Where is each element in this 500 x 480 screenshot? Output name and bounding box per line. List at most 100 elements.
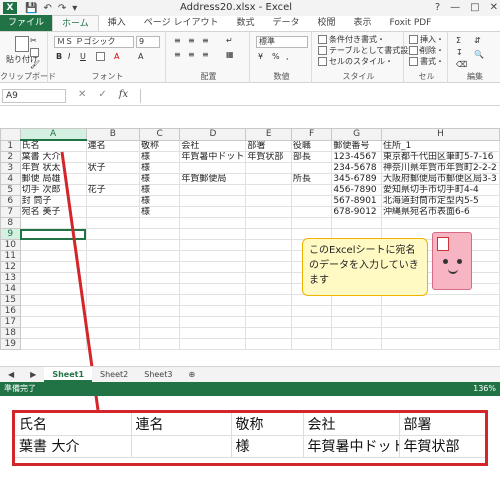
row-header[interactable]: 6 — [0, 195, 21, 207]
cell-styles-button[interactable]: セルのスタイル・ — [318, 56, 393, 67]
column-header-h[interactable]: H — [381, 128, 500, 141]
bold-button[interactable]: B — [56, 52, 62, 61]
cell-b5[interactable]: 花子 — [85, 184, 140, 196]
cell-a19[interactable] — [19, 338, 87, 350]
grow-font-button[interactable]: A — [138, 52, 143, 61]
scroll-left-icon[interactable]: ◀ — [0, 367, 22, 382]
save-icon[interactable]: 💾 — [25, 3, 37, 14]
cell-d1[interactable]: 会社 — [179, 139, 247, 152]
cell-e14[interactable] — [245, 283, 292, 295]
cell-g6[interactable]: 567-8901 — [331, 195, 383, 207]
cell-d18[interactable] — [179, 327, 247, 339]
cell-e15[interactable] — [245, 294, 292, 306]
cell-f18[interactable] — [290, 327, 333, 339]
cell-c12[interactable] — [138, 261, 181, 273]
row-header[interactable]: 10 — [0, 239, 21, 251]
cell-f6[interactable] — [290, 195, 333, 207]
cell-f4[interactable]: 所長 — [290, 173, 333, 185]
merge-icon[interactable]: ▦ — [226, 50, 234, 59]
cell-a15[interactable] — [19, 294, 87, 306]
cell-h19[interactable] — [381, 338, 500, 350]
insert-cells-button[interactable]: 挿入・ — [409, 34, 444, 45]
cell-g15[interactable] — [331, 294, 383, 306]
font-color-button[interactable]: A — [114, 52, 119, 61]
row-header[interactable]: 11 — [0, 250, 21, 262]
cell-h15[interactable] — [381, 294, 500, 306]
font-name-select[interactable]: ＭＳ Ｐゴシック — [54, 36, 134, 48]
cell-d4[interactable]: 年賀郵便局 — [179, 173, 247, 185]
cell-b1[interactable]: 連名 — [85, 139, 140, 152]
cell-h16[interactable] — [381, 305, 500, 317]
cell-d6[interactable] — [179, 195, 247, 207]
cell-c14[interactable] — [138, 283, 181, 295]
cell-d7[interactable] — [179, 206, 247, 218]
zoom-level[interactable]: 136% — [473, 382, 496, 396]
row-header[interactable]: 16 — [0, 305, 21, 317]
cell-d12[interactable] — [179, 261, 247, 273]
row-header[interactable]: 14 — [0, 283, 21, 295]
cell-h1[interactable]: 住所_1 — [381, 139, 500, 152]
align-center-icon[interactable]: ≡ — [188, 50, 195, 59]
tab-home[interactable]: ホーム — [52, 15, 99, 31]
cell-a1[interactable]: 氏名 — [19, 139, 87, 152]
cell-f8[interactable] — [290, 217, 333, 229]
cell-e11[interactable] — [245, 250, 292, 262]
italic-button[interactable]: I — [68, 52, 70, 61]
cell-d19[interactable] — [179, 338, 247, 350]
column-header-g[interactable]: G — [331, 128, 383, 141]
cell-b15[interactable] — [85, 294, 140, 306]
cell-a4[interactable]: 郵便 局雄 — [19, 173, 87, 185]
enter-entry-button[interactable]: ✓ — [98, 89, 106, 100]
cell-a2[interactable]: 葉書 大介 — [19, 151, 87, 163]
cell-h4[interactable]: 大阪府郵便局市郵便区局3-3 — [381, 173, 500, 185]
cell-h7[interactable]: 沖縄県宛名市表面6-6 — [381, 206, 500, 218]
sheet-tab-3[interactable]: Sheet3 — [136, 367, 180, 382]
name-box[interactable]: A9 — [2, 89, 66, 103]
cell-g2[interactable]: 123-4567 — [331, 151, 383, 163]
row-header[interactable]: 4 — [0, 173, 21, 185]
cell-g4[interactable]: 345-6789 — [331, 173, 383, 185]
cell-d17[interactable] — [179, 316, 247, 328]
tab-file[interactable]: ファイル — [0, 15, 53, 31]
cell-a16[interactable] — [19, 305, 87, 317]
scroll-right-icon[interactable]: ▶ — [22, 367, 44, 382]
cell-b12[interactable] — [85, 261, 140, 273]
cell-a7[interactable]: 宛名 美子 — [19, 206, 87, 218]
cell-a11[interactable] — [19, 250, 87, 262]
align-right-icon[interactable]: ≡ — [202, 50, 209, 59]
conditional-format-button[interactable]: 条件付き書式・ — [318, 34, 385, 45]
insert-function-button[interactable]: fx — [119, 89, 128, 100]
cell-a8[interactable] — [19, 217, 87, 229]
cell-g16[interactable] — [331, 305, 383, 317]
cell-c1[interactable]: 敬称 — [138, 139, 181, 152]
cell-b18[interactable] — [85, 327, 140, 339]
cell-b9[interactable] — [85, 228, 140, 240]
row-header[interactable]: 3 — [0, 162, 21, 174]
cell-g5[interactable]: 456-7890 — [331, 184, 383, 196]
maximize-button[interactable]: □ — [470, 0, 479, 16]
cell-e10[interactable] — [245, 239, 292, 251]
customize-icon[interactable]: ▾ — [72, 3, 77, 14]
cancel-entry-button[interactable]: ✕ — [78, 89, 86, 100]
row-header[interactable]: 12 — [0, 261, 21, 273]
cell-h17[interactable] — [381, 316, 500, 328]
cell-a5[interactable]: 切手 次郎 — [19, 184, 87, 196]
cell-e4[interactable] — [245, 173, 292, 185]
cell-c15[interactable] — [138, 294, 181, 306]
cell-e2[interactable]: 年賀状部 — [245, 151, 292, 163]
cell-c2[interactable]: 様 — [138, 151, 181, 163]
cell-e5[interactable] — [245, 184, 292, 196]
autosum-icon[interactable]: Σ — [456, 36, 461, 45]
cell-c19[interactable] — [138, 338, 181, 350]
row-header[interactable]: 13 — [0, 272, 21, 284]
cell-d16[interactable] — [179, 305, 247, 317]
cell-e13[interactable] — [245, 272, 292, 284]
percent-button[interactable]: % — [272, 52, 280, 61]
cell-b8[interactable] — [85, 217, 140, 229]
cell-b3[interactable]: 状子 — [85, 162, 140, 174]
cell-b17[interactable] — [85, 316, 140, 328]
cell-e8[interactable] — [245, 217, 292, 229]
column-header-f[interactable]: F — [290, 128, 333, 141]
row-header[interactable]: 1 — [0, 139, 21, 152]
cell-a9[interactable] — [19, 228, 87, 240]
